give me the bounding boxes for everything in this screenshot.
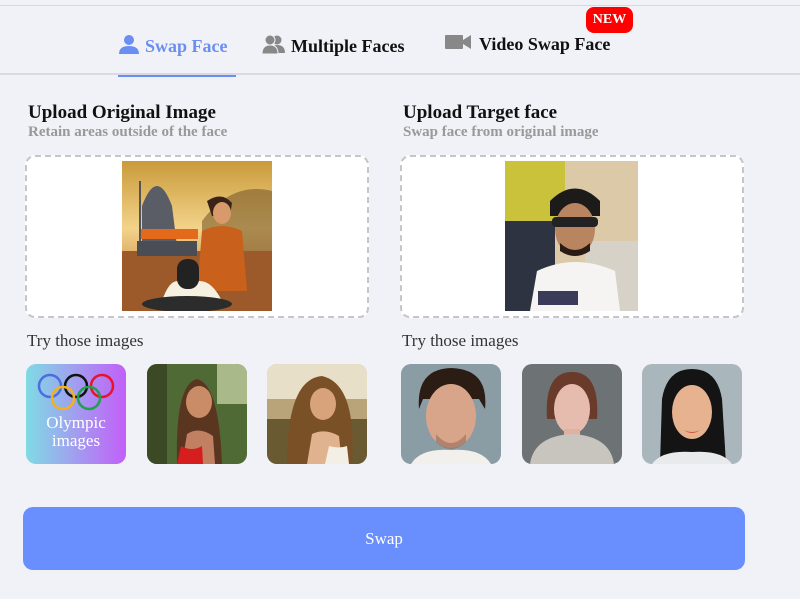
target-face-preview [505, 161, 638, 316]
original-try-label: Try those images [27, 331, 144, 350]
swap-button[interactable]: Swap [23, 507, 745, 570]
original-section-title: Upload Original Image [28, 102, 216, 123]
tab-label: Swap Face [145, 36, 228, 56]
target-section-title: Upload Target face [403, 102, 558, 123]
olympic-label: Olympic images [46, 413, 106, 450]
sample-olympic-images[interactable]: Olympic images [26, 364, 126, 464]
tab-video-swap-face[interactable]: Video Swap Face [445, 34, 610, 55]
original-image-dropzone[interactable] [25, 155, 369, 318]
active-tab-indicator [118, 75, 236, 77]
sample-face-woman-black-hair[interactable] [642, 364, 742, 464]
target-face-dropzone[interactable] [400, 155, 744, 318]
target-try-label: Try those images [402, 331, 519, 350]
tab-swap-face[interactable]: Swap Face [118, 34, 228, 59]
tab-bar: Swap Face Multiple Faces Video Swap Face [0, 6, 800, 77]
sample-image-woman-sunset[interactable] [267, 364, 367, 464]
original-image-preview [122, 161, 272, 316]
olympic-rings-icon [37, 373, 115, 411]
user-icon [118, 34, 140, 59]
target-section-subtitle: Swap face from original image [403, 124, 599, 140]
tab-label: Multiple Faces [291, 36, 405, 56]
video-camera-icon [445, 34, 471, 55]
sample-face-man-curly-hair[interactable] [401, 364, 501, 464]
tab-multiple-faces[interactable]: Multiple Faces [261, 34, 405, 59]
sample-image-woman-red-top[interactable] [147, 364, 247, 464]
new-badge: NEW [586, 7, 633, 33]
sample-face-woman-red-hair[interactable] [522, 364, 622, 464]
original-section-subtitle: Retain areas outside of the face [28, 124, 228, 140]
tab-label: Video Swap Face [479, 34, 611, 54]
users-icon [261, 34, 286, 59]
